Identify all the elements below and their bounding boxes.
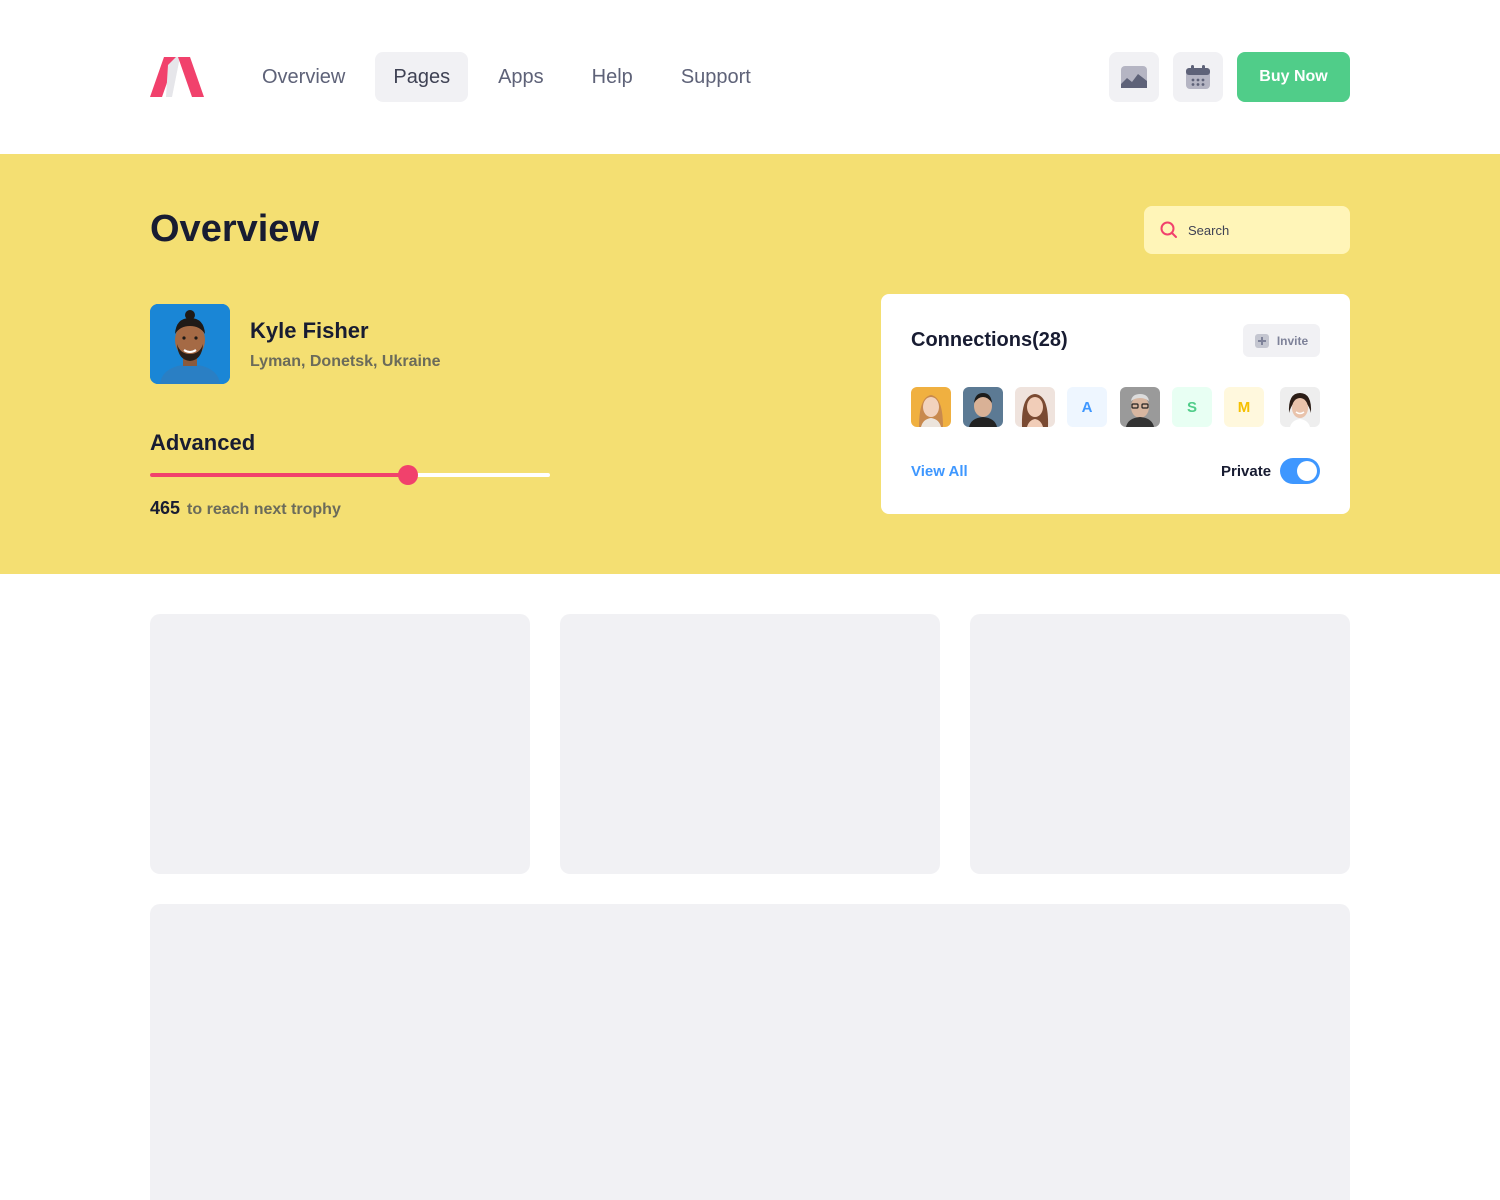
chart-button[interactable]	[1109, 52, 1159, 102]
man-dark-hair-photo	[963, 387, 1003, 427]
woman-brunette-photo	[1015, 387, 1055, 427]
invite-label: Invite	[1276, 333, 1309, 348]
nav-support[interactable]: Support	[663, 52, 769, 102]
view-all-link[interactable]: View All	[911, 463, 968, 480]
connection-avatar[interactable]	[1015, 387, 1055, 427]
user-photo	[150, 304, 230, 384]
placeholder-card-2	[560, 614, 940, 874]
user-location: Lyman, Donetsk, Ukraine	[250, 353, 441, 370]
nav-apps[interactable]: Apps	[480, 52, 562, 102]
connection-avatar[interactable]	[911, 387, 951, 427]
nav-overview[interactable]: Overview	[244, 52, 363, 102]
connection-initial-avatar[interactable]: S	[1172, 387, 1212, 427]
chart-icon	[1121, 66, 1147, 88]
invite-button[interactable]: Invite	[1243, 324, 1320, 357]
progress-knob[interactable]	[398, 465, 418, 485]
calendar-icon	[1186, 65, 1210, 89]
main-nav: Overview Pages Apps Help Support	[244, 52, 781, 102]
private-toggle[interactable]	[1280, 458, 1320, 484]
connection-initial-avatar[interactable]: M	[1224, 387, 1264, 427]
man-glasses-photo	[1120, 387, 1160, 427]
trophy-points: 465	[150, 498, 181, 518]
connection-initial-avatar[interactable]: A	[1067, 387, 1107, 427]
connections-title: Connections(28)	[911, 329, 1068, 351]
placeholder-card-3	[970, 614, 1350, 874]
toggle-knob	[1297, 461, 1317, 481]
overview-hero: Overview Kyle Fisher Lyman, Donetsk, Ukr…	[0, 154, 1500, 574]
user-avatar[interactable]	[150, 304, 230, 384]
brand-logo[interactable]	[150, 57, 204, 97]
search-box[interactable]	[1144, 206, 1350, 254]
nav-help[interactable]: Help	[574, 52, 651, 102]
progress-fill	[150, 473, 408, 477]
buy-now-button[interactable]: Buy Now	[1237, 52, 1350, 102]
connection-avatar[interactable]	[963, 387, 1003, 427]
woman-smiling-photo	[1280, 387, 1320, 427]
page-title: Overview	[150, 208, 319, 250]
search-input[interactable]	[1188, 222, 1338, 238]
trophy-info: 465 to reach next trophy	[150, 498, 341, 519]
trophy-text: to reach next trophy	[187, 501, 341, 518]
woman-blonde-photo	[911, 387, 951, 427]
placeholder-card-1	[150, 614, 530, 874]
placeholder-panel	[150, 904, 1350, 1200]
progress-track	[150, 465, 550, 485]
plus-icon	[1254, 333, 1269, 348]
level-label: Advanced	[150, 430, 256, 455]
top-header: Overview Pages Apps Help Support Buy Now	[0, 0, 1500, 154]
connection-avatar[interactable]	[1120, 387, 1160, 427]
private-label: Private	[1221, 463, 1272, 480]
calendar-button[interactable]	[1173, 52, 1223, 102]
connection-avatar[interactable]	[1280, 387, 1320, 427]
user-name[interactable]: Kyle Fisher	[250, 318, 369, 344]
nav-pages[interactable]: Pages	[375, 52, 469, 102]
connections-card: Connections(28) Invite A S M View All Pr…	[881, 294, 1350, 514]
search-icon	[1160, 221, 1177, 238]
